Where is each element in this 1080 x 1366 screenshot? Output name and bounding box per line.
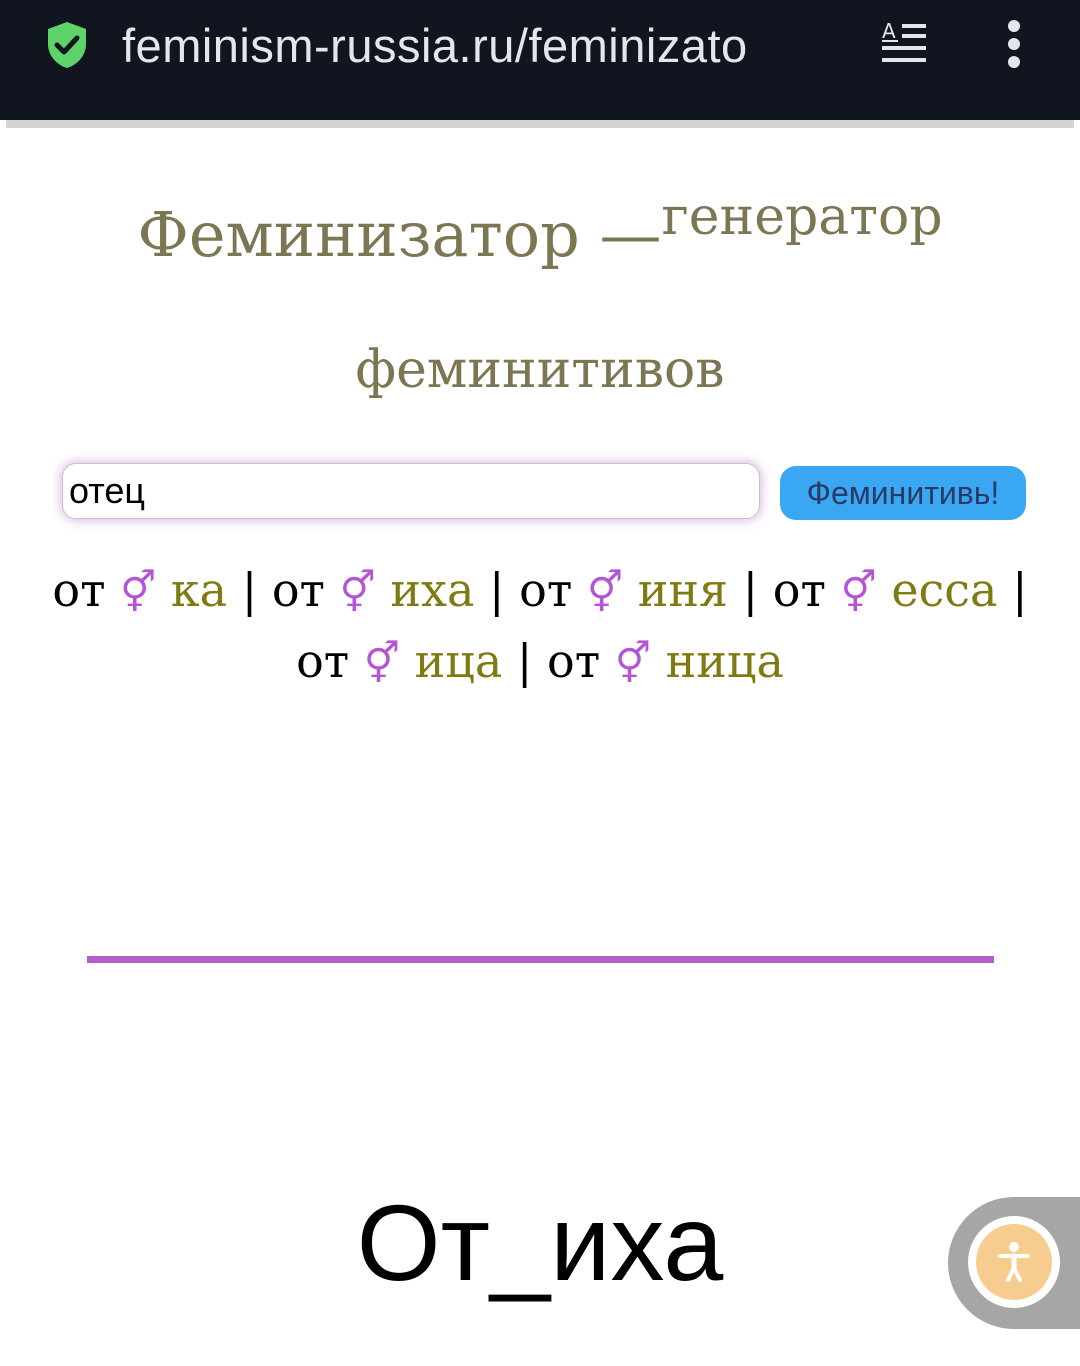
result-stem: от [52,563,106,617]
result-separator: | [1012,563,1028,617]
shield-check-icon[interactable] [44,20,90,70]
gender-symbol-icon: ⚥ [840,570,877,616]
gender-symbol-icon: ⚥ [120,570,157,616]
result-suffix: ица [414,634,503,688]
more-vertical-icon[interactable] [1000,18,1028,70]
browser-toolbar: feminism-russia.ru/feminizato A [0,0,1080,120]
result-stem: от [271,563,325,617]
gender-symbol-icon: ⚥ [339,570,376,616]
result-stem: от [547,634,601,688]
gender-symbol-icon: ⚥ [614,641,651,687]
reader-mode-icon[interactable]: A [880,20,928,66]
result-item[interactable]: от ⚥ есса [773,563,998,617]
title-main: Феминизатор — [137,198,662,271]
result-item[interactable]: от ⚥ ка [52,563,227,617]
result-suffix: ка [170,563,228,617]
gender-symbol-icon: ⚥ [586,570,624,616]
result-item[interactable]: от ⚥ иха [272,563,475,617]
result-stem: от [296,634,350,688]
title-line-2: феминитивов [355,340,725,400]
gender-symbol-icon: ⚥ [363,641,400,687]
result-suffix: иня [637,563,729,617]
title-superscript: генератор [661,187,943,247]
result-stem: от [519,563,573,617]
accessibility-button[interactable] [976,1224,1052,1300]
result-suffix: есса [891,563,998,617]
result-separator: | [241,563,258,617]
result-stem: от [772,563,826,617]
word-input[interactable] [62,463,760,519]
selected-result: От_иха [356,1182,724,1303]
divider [87,956,994,963]
result-separator: | [516,634,533,688]
svg-text:A: A [882,20,896,43]
result-separator: | [489,563,505,617]
result-item[interactable]: от ⚥ иня [519,563,728,617]
feminitive-button[interactable]: Феминитивь! [780,466,1026,520]
results-list: от ⚥ ка | от ⚥ иха | от ⚥ иня | от ⚥ есс… [40,556,1040,698]
accessibility-person-icon [998,1242,1030,1282]
title-line-1: Феминизатор —генератор [0,180,1080,294]
result-item[interactable]: от ⚥ ица [296,634,502,688]
result-separator: | [742,563,759,617]
result-item[interactable]: от ⚥ ница [547,634,784,688]
url-address[interactable]: feminism-russia.ru/feminizato [122,14,850,78]
result-suffix: ница [665,634,784,688]
toolbar-shadow [6,120,1074,128]
result-suffix: иха [390,563,475,617]
